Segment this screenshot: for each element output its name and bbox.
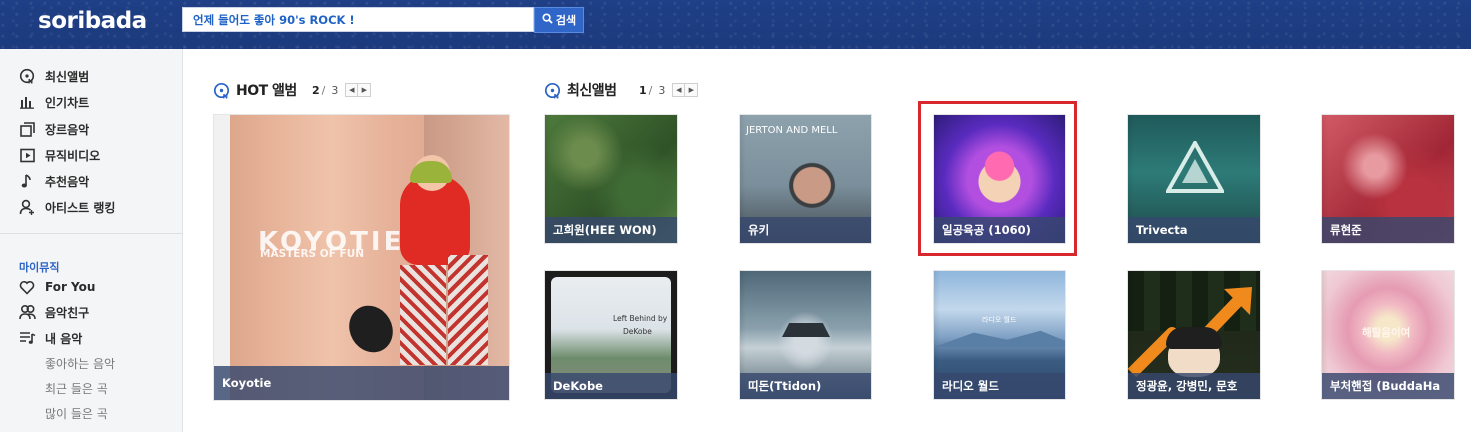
album-caption[interactable]: 부처핸접 (BuddaHa (1322, 373, 1454, 399)
album-art-subtitle: MASTERS OF FUN (260, 248, 365, 260)
sidebar-item-label: For You (45, 280, 96, 294)
sidebar-item-label: 내 음악 (45, 331, 83, 346)
album-art-text: JERTON AND MELL (746, 125, 838, 136)
sidebar-item-label: 추천음악 (45, 174, 90, 189)
search-icon (542, 13, 553, 27)
sidebar-item-new-album[interactable]: N 최신앨범 (18, 66, 89, 86)
triangle-logo-icon (1166, 141, 1224, 193)
album-art-text-2: DeKobe (623, 327, 652, 336)
sidebar-item-label: 최신앨범 (45, 69, 90, 84)
svg-text:N: N (554, 92, 559, 99)
my-music-label: 마이뮤직 (19, 261, 60, 274)
album-caption[interactable]: DeKobe (545, 373, 677, 399)
album-caption[interactable]: Koyotie (214, 366, 509, 400)
pager-current: 2 (312, 83, 320, 97)
pager-next-button[interactable]: ▶ (685, 83, 699, 97)
svg-text:N: N (223, 92, 228, 99)
svg-text:N: N (28, 79, 33, 85)
top-header: soribada 검색 (0, 0, 1471, 49)
album-art-text: 라디오 월드 (982, 316, 1017, 324)
genre-squares-icon (18, 120, 36, 138)
album-card-radio-world[interactable]: 라디오 월드 라디오 월드 (933, 270, 1066, 400)
sidebar-item-label: 아티스트 랭킹 (45, 200, 116, 215)
album-card-heewon[interactable]: 고희원(HEE WON) (544, 114, 678, 244)
album-caption[interactable]: 고희원(HEE WON) (545, 217, 677, 243)
album-caption[interactable]: 띠돈(Ttidon) (740, 373, 871, 399)
pager-prev-button[interactable]: ◀ (672, 83, 686, 97)
sidebar-item-my-music[interactable]: 내 음악 (18, 328, 82, 348)
search-button[interactable]: 검색 (534, 7, 584, 33)
album-caption[interactable]: 유키 (740, 217, 871, 243)
sidebar-item-label: 음악친구 (45, 305, 90, 320)
artist-person-icon (18, 198, 36, 216)
album-card-jeong-gwangyun[interactable]: 정광윤, 강병민, 문호 (1127, 270, 1261, 400)
sidebar-item-music-video[interactable]: 뮤직비디오 (18, 145, 100, 165)
album-card-yuki[interactable]: JERTON AND MELL 유키 (739, 114, 872, 244)
pager-slash: / (321, 83, 326, 97)
sidebar: N 최신앨범 인기차트 장르음악 뮤직비디오 추천음악 아티스트 랭킹 마이뮤직 (0, 49, 183, 432)
friends-icon (18, 303, 36, 321)
album-caption[interactable]: 라디오 월드 (934, 373, 1065, 399)
sidebar-item-for-you[interactable]: For You (18, 277, 95, 297)
hot-album-card-koyotie[interactable]: KOYOTIE MASTERS OF FUN Koyotie (213, 114, 510, 401)
album-card-ryuhyunjun[interactable]: 류현준 (1321, 114, 1455, 244)
sidebar-sub-most-played[interactable]: 많이 들은 곡 (45, 405, 108, 422)
new-album-icon: N (213, 82, 230, 99)
search-button-label: 검색 (555, 14, 577, 27)
play-video-icon (18, 146, 36, 164)
sidebar-item-recommend[interactable]: 추천음악 (18, 171, 89, 191)
album-card-buddahand[interactable]: 해탈음이여 부처핸접 (BuddaHa (1321, 270, 1455, 400)
selected-album-highlight (918, 101, 1077, 256)
sidebar-item-label: 장르음악 (45, 122, 90, 137)
search-box[interactable] (182, 7, 534, 32)
new-album-icon: N (544, 82, 561, 99)
pager-next-button[interactable]: ▶ (358, 83, 372, 97)
album-art: KOYOTIE MASTERS OF FUN (214, 115, 509, 400)
sidebar-item-music-friends[interactable]: 음악친구 (18, 302, 89, 322)
music-note-icon (18, 172, 36, 190)
album-art-text-1: Left Behind by (613, 314, 668, 323)
sidebar-item-chart[interactable]: 인기차트 (18, 92, 89, 112)
pager-total: 3 (658, 83, 666, 97)
album-card-trivecta[interactable]: Trivecta (1127, 114, 1261, 244)
sidebar-divider (0, 233, 182, 234)
album-card-dekobe[interactable]: Left Behind by DeKobe DeKobe (544, 270, 678, 400)
album-card-ttidon[interactable]: 띠돈(Ttidon) (739, 270, 872, 400)
chart-bars-icon (18, 93, 36, 111)
pager-prev-button[interactable]: ◀ (345, 83, 359, 97)
search-input[interactable] (183, 8, 533, 31)
album-caption[interactable]: 정광윤, 강병민, 문호 (1128, 373, 1260, 399)
soribada-logo[interactable]: soribada (38, 8, 147, 34)
new-album-title-text: 최신앨범 (567, 83, 617, 99)
pager-current: 1 (639, 83, 647, 97)
album-caption[interactable]: Trivecta (1128, 217, 1260, 243)
playlist-icon (18, 329, 36, 347)
pager-slash: / (648, 83, 653, 97)
pager-total: 3 (331, 83, 339, 97)
sidebar-item-label: 인기차트 (45, 95, 90, 110)
sidebar-item-genre[interactable]: 장르음악 (18, 119, 89, 139)
heart-icon (18, 278, 36, 296)
album-caption[interactable]: 류현준 (1322, 217, 1454, 243)
hot-album-pager: 2 / 3 ◀ ▶ (312, 82, 372, 98)
album-art-text: 해탈음이여 (1362, 327, 1411, 339)
new-album-title: N 최신앨범 (544, 80, 617, 100)
sidebar-sub-recent[interactable]: 최근 들은 곡 (45, 380, 108, 397)
sidebar-sub-liked[interactable]: 좋아하는 음악 (45, 355, 115, 372)
sidebar-item-label: 뮤직비디오 (45, 148, 101, 163)
sidebar-item-artist-ranking[interactable]: 아티스트 랭킹 (18, 197, 115, 217)
new-album-pager: 1 / 3 ◀ ▶ (639, 82, 699, 98)
hot-album-title-text: HOT 앨범 (236, 83, 297, 99)
hot-album-title: N HOT 앨범 (213, 80, 297, 100)
new-album-icon: N (18, 67, 36, 85)
